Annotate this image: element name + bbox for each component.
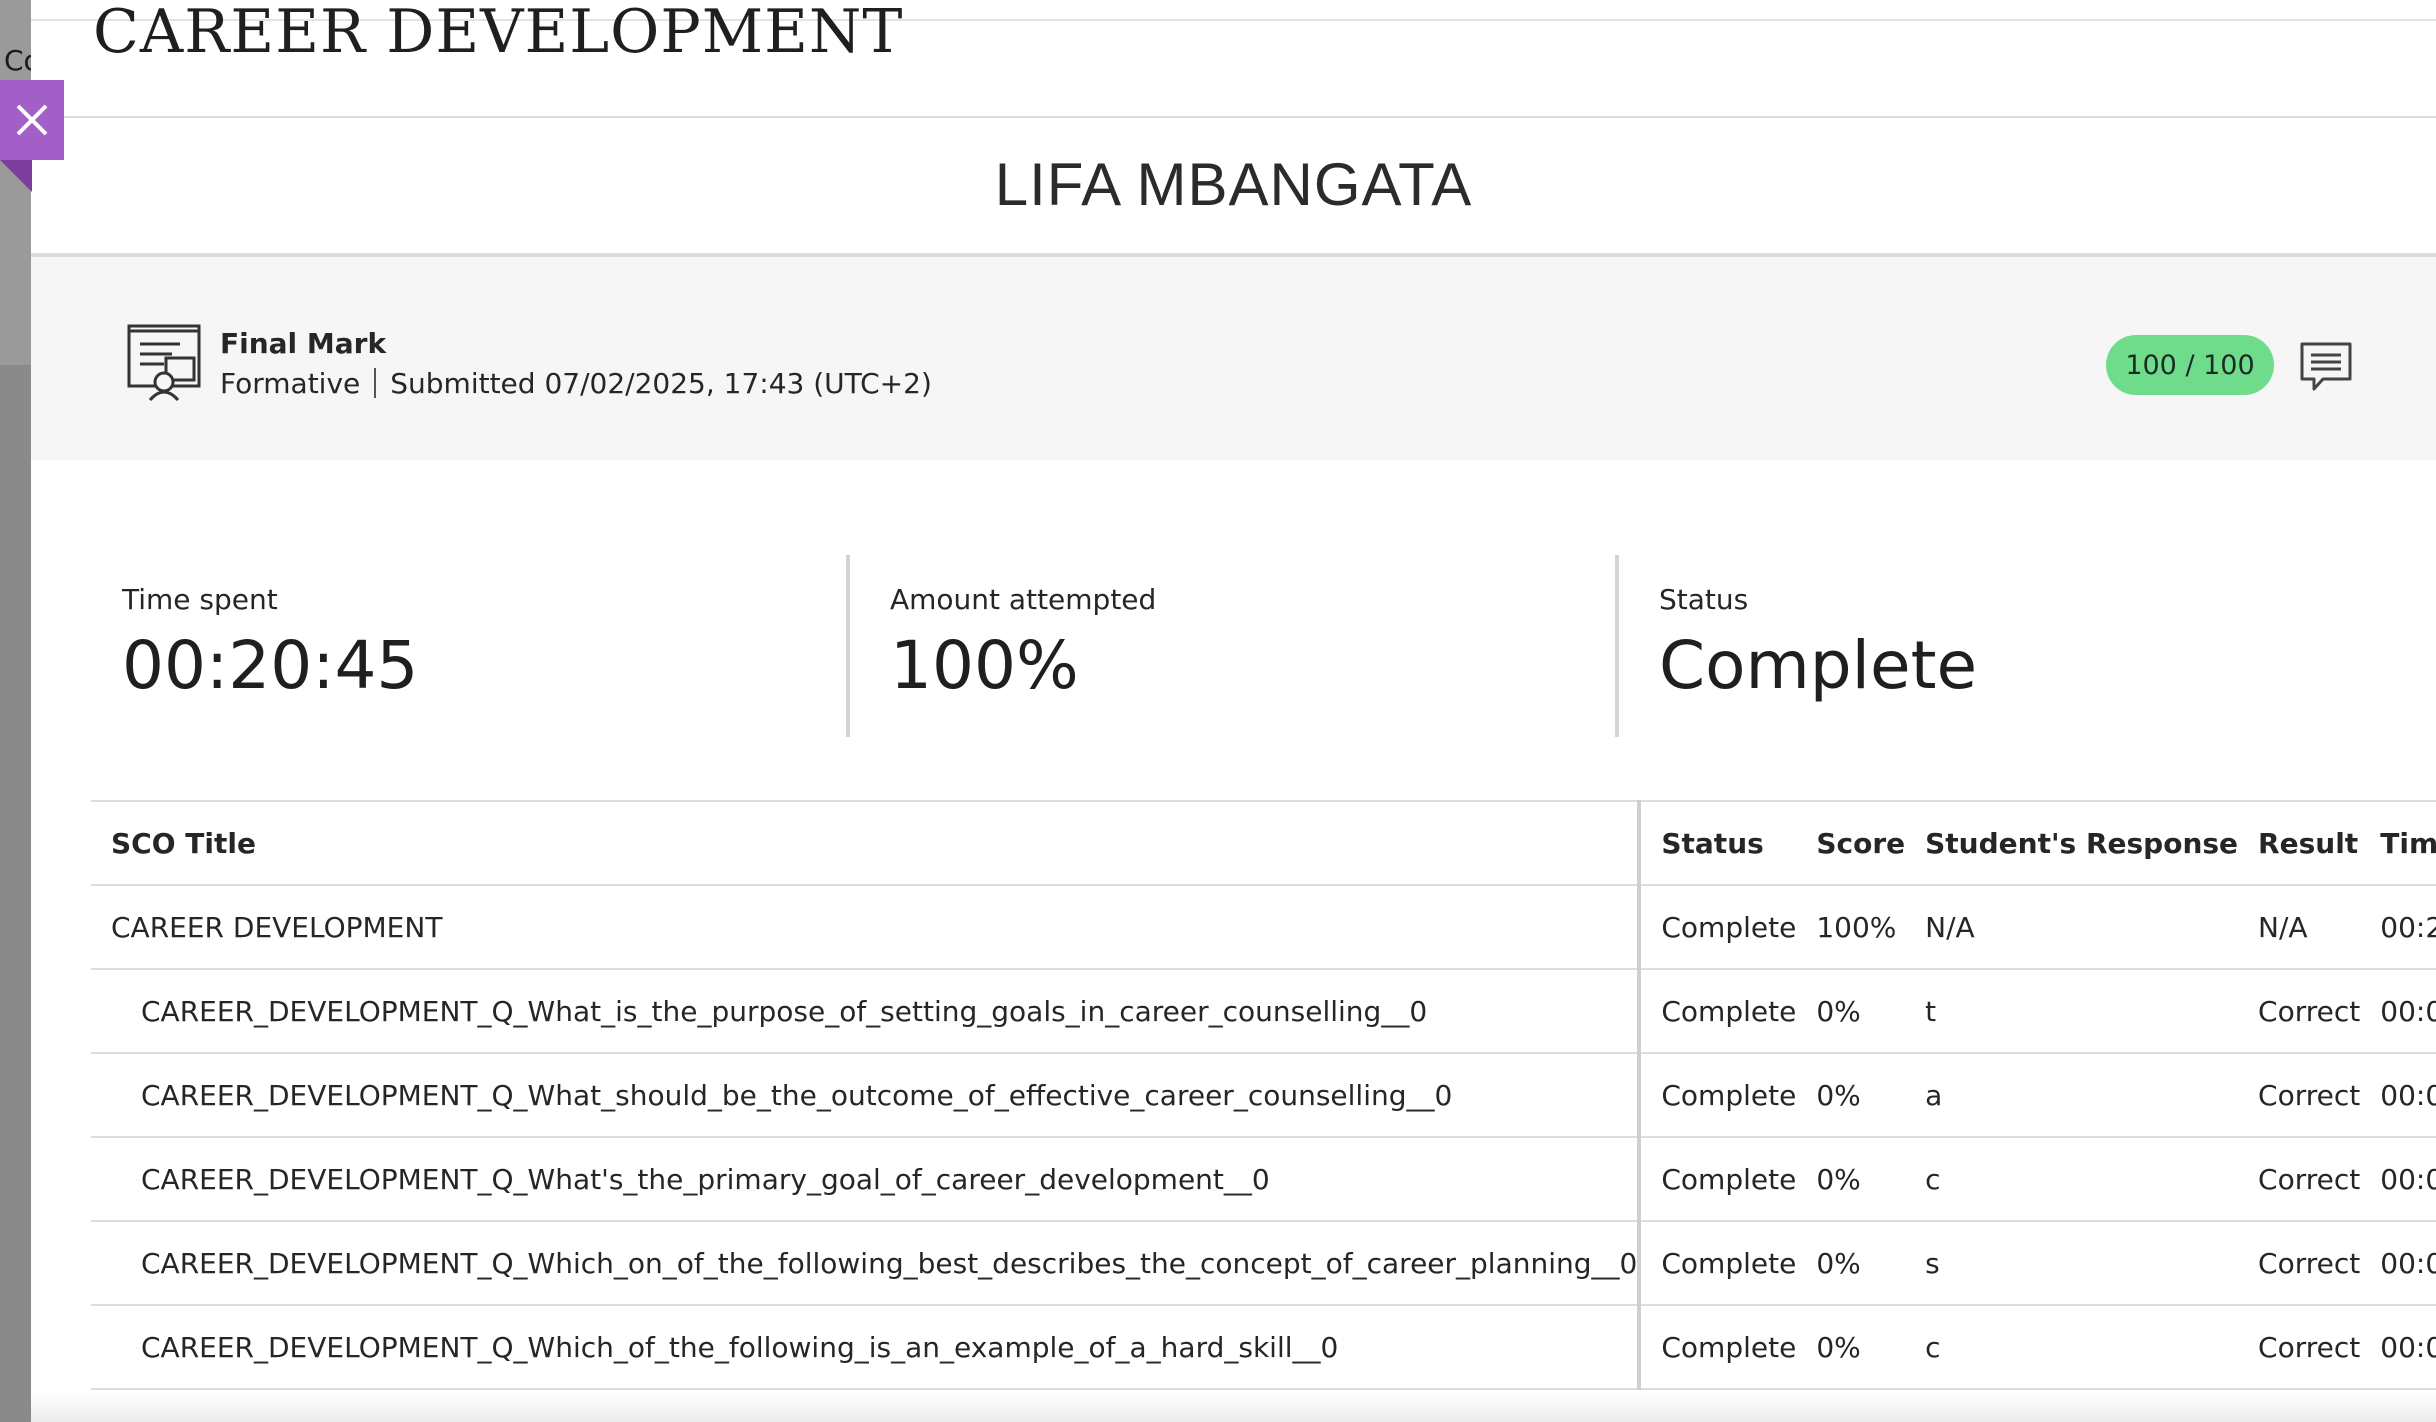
close-icon bbox=[16, 104, 48, 136]
time-cell: 00:00 bbox=[2360, 969, 2436, 1054]
sco-title-cell: CAREER_DEVELOPMENT_Q_What's_the_primary_… bbox=[91, 1137, 1642, 1222]
category-label: Formative bbox=[220, 367, 361, 400]
score-badge: 100 / 100 bbox=[2106, 335, 2274, 395]
status-value: Complete bbox=[1659, 627, 1978, 704]
column-header-score[interactable]: Score bbox=[1796, 800, 1906, 886]
status-cell: Complete bbox=[1639, 1137, 1797, 1222]
sco-title-cell: CAREER_DEVELOPMENT_Q_What_should_be_the_… bbox=[91, 1053, 1642, 1138]
column-header-response[interactable]: Student's Response bbox=[1905, 800, 2239, 886]
sco-table: SCO Title Status Score Student's Respons… bbox=[91, 800, 2436, 1390]
table-row: CAREER_DEVELOPMENT_Q_What_is_the_purpose… bbox=[91, 969, 2436, 1054]
score-cell: 0% bbox=[1796, 969, 1906, 1054]
status-cell: Complete bbox=[1639, 1221, 1797, 1306]
table-row: CAREER DEVELOPMENT Complete 100% N/A N/A… bbox=[91, 885, 2436, 970]
amount-attempted-value: 100% bbox=[890, 627, 1079, 704]
course-title: CAREER DEVELOPMENT bbox=[93, 0, 904, 67]
meta-separator bbox=[374, 368, 377, 398]
bottom-fade bbox=[31, 1392, 2436, 1422]
column-header-time[interactable]: Time bbox=[2360, 800, 2436, 886]
sco-title-cell: CAREER DEVELOPMENT bbox=[91, 885, 1642, 970]
time-cell: 00:00 bbox=[2360, 1053, 2436, 1138]
table-row: CAREER_DEVELOPMENT_Q_What_should_be_the_… bbox=[91, 1053, 2436, 1138]
response-cell: a bbox=[1905, 1053, 2239, 1138]
result-cell: N/A bbox=[2238, 885, 2361, 970]
assessment-icon bbox=[127, 324, 201, 402]
close-button[interactable] bbox=[0, 80, 64, 160]
stat-divider bbox=[846, 555, 850, 737]
sco-title-cell: CAREER_DEVELOPMENT_Q_What_is_the_purpose… bbox=[91, 969, 1642, 1054]
result-cell: Correct bbox=[2238, 1221, 2361, 1306]
result-cell: Correct bbox=[2238, 1137, 2361, 1222]
amount-attempted-label: Amount attempted bbox=[890, 583, 1157, 616]
score-cell: 0% bbox=[1796, 1305, 1906, 1390]
response-cell: t bbox=[1905, 969, 2239, 1054]
submitted-date: Submitted 07/02/2025, 17:43 (UTC+2) bbox=[390, 367, 932, 400]
status-cell: Complete bbox=[1639, 969, 1797, 1054]
score-cell: 0% bbox=[1796, 1053, 1906, 1138]
status-cell: Complete bbox=[1639, 1053, 1797, 1138]
table-row: CAREER_DEVELOPMENT_Q_Which_of_the_follow… bbox=[91, 1305, 2436, 1390]
table-row: CAREER_DEVELOPMENT_Q_What's_the_primary_… bbox=[91, 1137, 2436, 1222]
time-cell: 00:00 bbox=[2360, 1221, 2436, 1306]
result-cell: Correct bbox=[2238, 1053, 2361, 1138]
score-cell: 100% bbox=[1796, 885, 1906, 970]
final-mark-meta: Formative Submitted 07/02/2025, 17:43 (UT… bbox=[220, 367, 932, 400]
time-cell: 00:00 bbox=[2360, 1305, 2436, 1390]
response-cell: s bbox=[1905, 1221, 2239, 1306]
student-name: LIFA MBANGATA bbox=[994, 151, 1473, 218]
time-spent-label: Time spent bbox=[122, 583, 278, 616]
table-row: CAREER_DEVELOPMENT_Q_Which_on_of_the_fol… bbox=[91, 1221, 2436, 1306]
status-cell: Complete bbox=[1639, 1305, 1797, 1390]
time-cell: 00:20 bbox=[2360, 885, 2436, 970]
stat-amount-attempted: Amount attempted 100% bbox=[890, 555, 1590, 740]
score-cell: 0% bbox=[1796, 1137, 1906, 1222]
time-cell: 00:00 bbox=[2360, 1137, 2436, 1222]
stat-status: Status Complete bbox=[1659, 555, 2359, 740]
column-header-status[interactable]: Status bbox=[1639, 800, 1797, 886]
response-cell: c bbox=[1905, 1305, 2239, 1390]
result-cell: Correct bbox=[2238, 1305, 2361, 1390]
time-spent-value: 00:20:45 bbox=[122, 627, 419, 704]
feedback-icon[interactable] bbox=[2299, 341, 2353, 393]
column-header-result[interactable]: Result bbox=[2238, 800, 2361, 886]
grade-details-panel: CAREER DEVELOPMENT LIFA MBANGATA Final M… bbox=[31, 0, 2436, 1422]
title-divider bbox=[31, 116, 2436, 118]
close-button-tab-fold bbox=[0, 160, 32, 192]
score-cell: 0% bbox=[1796, 1221, 1906, 1306]
table-header-row: SCO Title Status Score Student's Respons… bbox=[91, 800, 2436, 886]
final-mark-summary: Final Mark Formative Submitted 07/02/2025… bbox=[31, 253, 2436, 460]
background-page-text: Co bbox=[4, 44, 31, 77]
column-header-sco-title[interactable]: SCO Title bbox=[91, 800, 1642, 886]
sco-title-cell: CAREER_DEVELOPMENT_Q_Which_of_the_follow… bbox=[91, 1305, 1642, 1390]
final-mark-title: Final Mark bbox=[220, 327, 387, 360]
stat-time-spent: Time spent 00:20:45 bbox=[122, 555, 822, 740]
response-cell: N/A bbox=[1905, 885, 2239, 970]
stat-divider bbox=[1615, 555, 1619, 737]
result-cell: Correct bbox=[2238, 969, 2361, 1054]
response-cell: c bbox=[1905, 1137, 2239, 1222]
sco-title-cell: CAREER_DEVELOPMENT_Q_Which_on_of_the_fol… bbox=[91, 1221, 1642, 1306]
status-cell: Complete bbox=[1639, 885, 1797, 970]
status-label: Status bbox=[1659, 583, 1749, 616]
